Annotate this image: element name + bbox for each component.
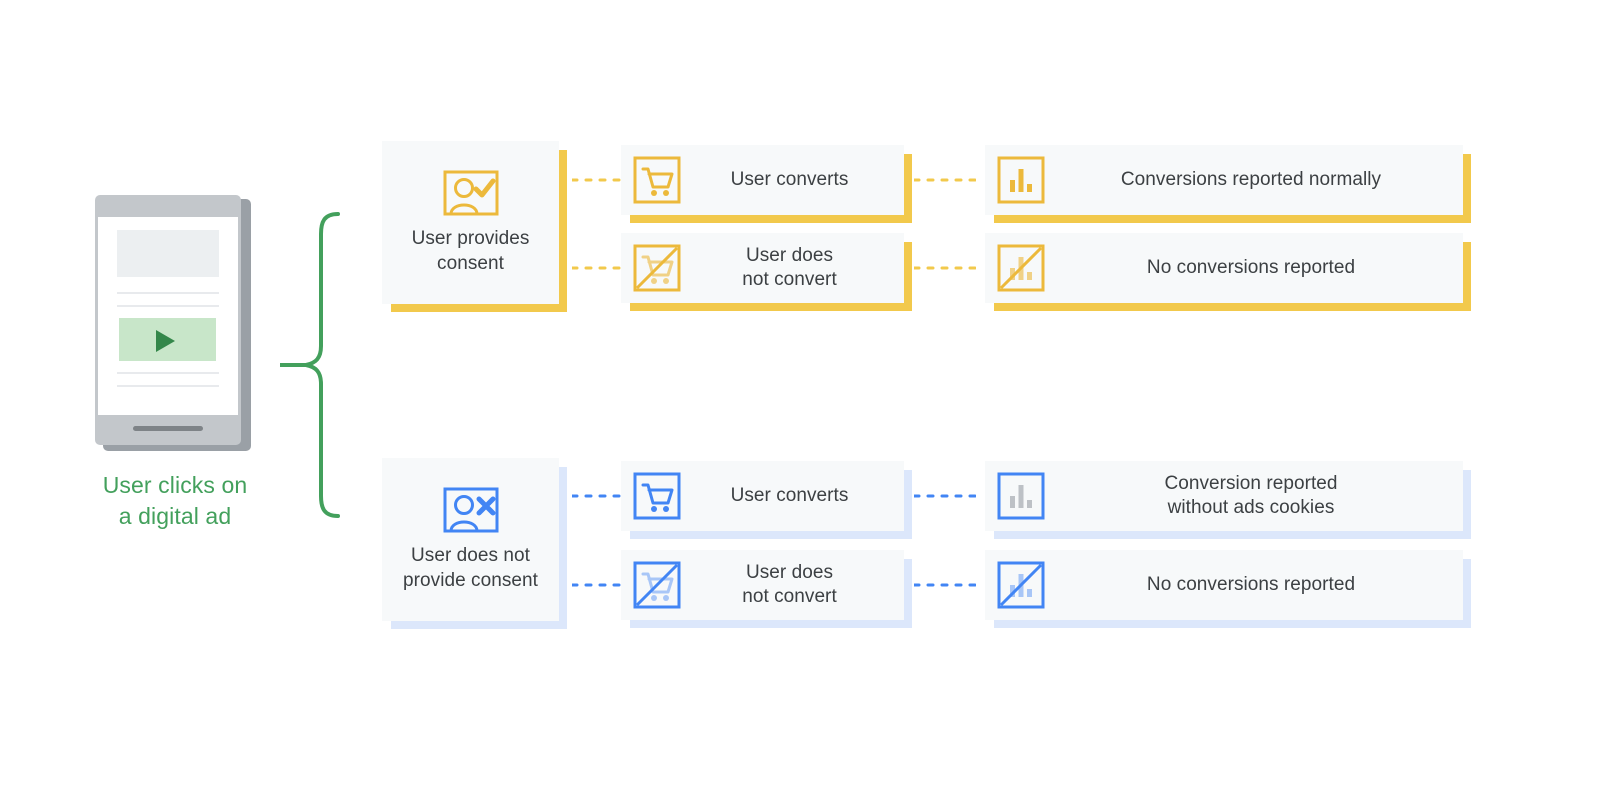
result-card-no-conversions-reported-granted[interactable]: No conversions reported bbox=[985, 233, 1471, 311]
card-shadow-bottom bbox=[994, 531, 1471, 539]
bar-chart-icon bbox=[997, 472, 1045, 520]
bar-chart-icon bbox=[997, 156, 1045, 204]
card-shadow-right bbox=[904, 559, 912, 628]
connector-dotted-yellow bbox=[572, 266, 622, 270]
step-label-line1: User converts bbox=[730, 485, 849, 506]
card-shadow-right bbox=[1463, 242, 1471, 311]
connector-dotted-blue bbox=[572, 583, 622, 587]
phone-home-indicator bbox=[133, 426, 203, 431]
source-caption-line1: User clicks on bbox=[102, 472, 248, 498]
bar-chart-slash-icon bbox=[997, 244, 1045, 292]
step-label-line2: not convert bbox=[742, 269, 837, 290]
result-label-line1: Conversions reported normally bbox=[1120, 169, 1382, 190]
step-card-label: User does not convert bbox=[681, 561, 904, 609]
connector-dotted-yellow bbox=[914, 266, 976, 270]
diagram-canvas: User clicks on a digital ad User provide… bbox=[0, 0, 1602, 806]
curly-brace-right-icon bbox=[280, 212, 340, 518]
result-label-line2: without ads cookies bbox=[1167, 497, 1335, 518]
step-card-user-converts-granted[interactable]: User converts bbox=[621, 145, 912, 223]
consent-label-line1: User does not bbox=[411, 544, 530, 566]
shopping-cart-slash-icon bbox=[633, 244, 681, 292]
card-shadow-bottom bbox=[630, 620, 912, 628]
step-label-line1: User does bbox=[745, 562, 834, 583]
connector-dotted-blue bbox=[914, 583, 976, 587]
consent-card-label: User provides consent bbox=[412, 226, 530, 276]
connector-dotted-yellow bbox=[914, 178, 976, 182]
card-shadow-bottom bbox=[630, 215, 912, 223]
result-card-conversions-reported-normally[interactable]: Conversions reported normally bbox=[985, 145, 1471, 223]
person-x-icon bbox=[443, 487, 499, 533]
step-card-user-not-converts-denied[interactable]: User does not convert bbox=[621, 550, 912, 628]
step-label-line1: User does bbox=[745, 245, 834, 266]
step-card-user-converts-denied[interactable]: User converts bbox=[621, 461, 912, 539]
step-card-label: User does not convert bbox=[681, 244, 904, 292]
source-caption: User clicks on a digital ad bbox=[50, 470, 300, 532]
card-shadow-right bbox=[559, 150, 567, 312]
card-shadow-bottom bbox=[994, 620, 1471, 628]
mobile-phone-with-video-ad-icon bbox=[95, 195, 255, 453]
card-shadow-right bbox=[559, 467, 567, 629]
result-label-line1: Conversion reported bbox=[1164, 473, 1338, 494]
result-label-line1: No conversions reported bbox=[1146, 257, 1356, 278]
consent-card-label: User does not provide consent bbox=[403, 543, 538, 593]
shopping-cart-slash-icon bbox=[633, 561, 681, 609]
consent-label-line2: consent bbox=[437, 252, 504, 274]
card-shadow-bottom bbox=[391, 621, 567, 629]
phone-text-line bbox=[117, 385, 219, 387]
consent-card-granted[interactable]: User provides consent bbox=[382, 141, 567, 312]
result-card-label: Conversion reported without ads cookies bbox=[1045, 472, 1463, 520]
connector-dotted-blue bbox=[572, 494, 622, 498]
phone-screen bbox=[98, 217, 238, 415]
card-shadow-bottom bbox=[994, 303, 1471, 311]
step-card-label: User converts bbox=[681, 484, 904, 508]
person-check-icon bbox=[443, 170, 499, 216]
card-shadow-bottom bbox=[391, 304, 567, 312]
card-shadow-right bbox=[1463, 154, 1471, 223]
result-card-label: No conversions reported bbox=[1045, 573, 1463, 597]
card-shadow-right bbox=[904, 242, 912, 311]
card-shadow-right bbox=[1463, 559, 1471, 628]
step-label-line1: User converts bbox=[730, 169, 849, 190]
card-shadow-right bbox=[904, 470, 912, 539]
consent-label-line2: provide consent bbox=[403, 569, 538, 591]
shopping-cart-icon bbox=[633, 156, 681, 204]
consent-card-denied[interactable]: User does not provide consent bbox=[382, 458, 567, 629]
result-card-conversion-without-ads-cookies[interactable]: Conversion reported without ads cookies bbox=[985, 461, 1471, 539]
card-shadow-right bbox=[1463, 470, 1471, 539]
card-shadow-bottom bbox=[994, 215, 1471, 223]
consent-label-line1: User provides bbox=[411, 227, 530, 249]
phone-text-line bbox=[117, 372, 219, 374]
card-shadow-bottom bbox=[630, 531, 912, 539]
step-card-user-not-converts-granted[interactable]: User does not convert bbox=[621, 233, 912, 311]
result-card-label: Conversions reported normally bbox=[1045, 168, 1463, 192]
connector-dotted-yellow bbox=[572, 178, 622, 182]
result-card-no-conversions-reported-denied[interactable]: No conversions reported bbox=[985, 550, 1471, 628]
step-card-label: User converts bbox=[681, 168, 904, 192]
phone-text-line bbox=[117, 292, 219, 294]
card-shadow-right bbox=[904, 154, 912, 223]
step-label-line2: not convert bbox=[742, 586, 837, 607]
shopping-cart-icon bbox=[633, 472, 681, 520]
result-card-label: No conversions reported bbox=[1045, 256, 1463, 280]
play-icon bbox=[156, 330, 175, 352]
card-shadow-bottom bbox=[630, 303, 912, 311]
phone-banner-placeholder bbox=[117, 230, 219, 277]
source-caption-line2: a digital ad bbox=[118, 503, 232, 529]
bar-chart-slash-icon bbox=[997, 561, 1045, 609]
result-label-line1: No conversions reported bbox=[1146, 574, 1356, 595]
phone-text-line bbox=[117, 305, 219, 307]
connector-dotted-blue bbox=[914, 494, 976, 498]
